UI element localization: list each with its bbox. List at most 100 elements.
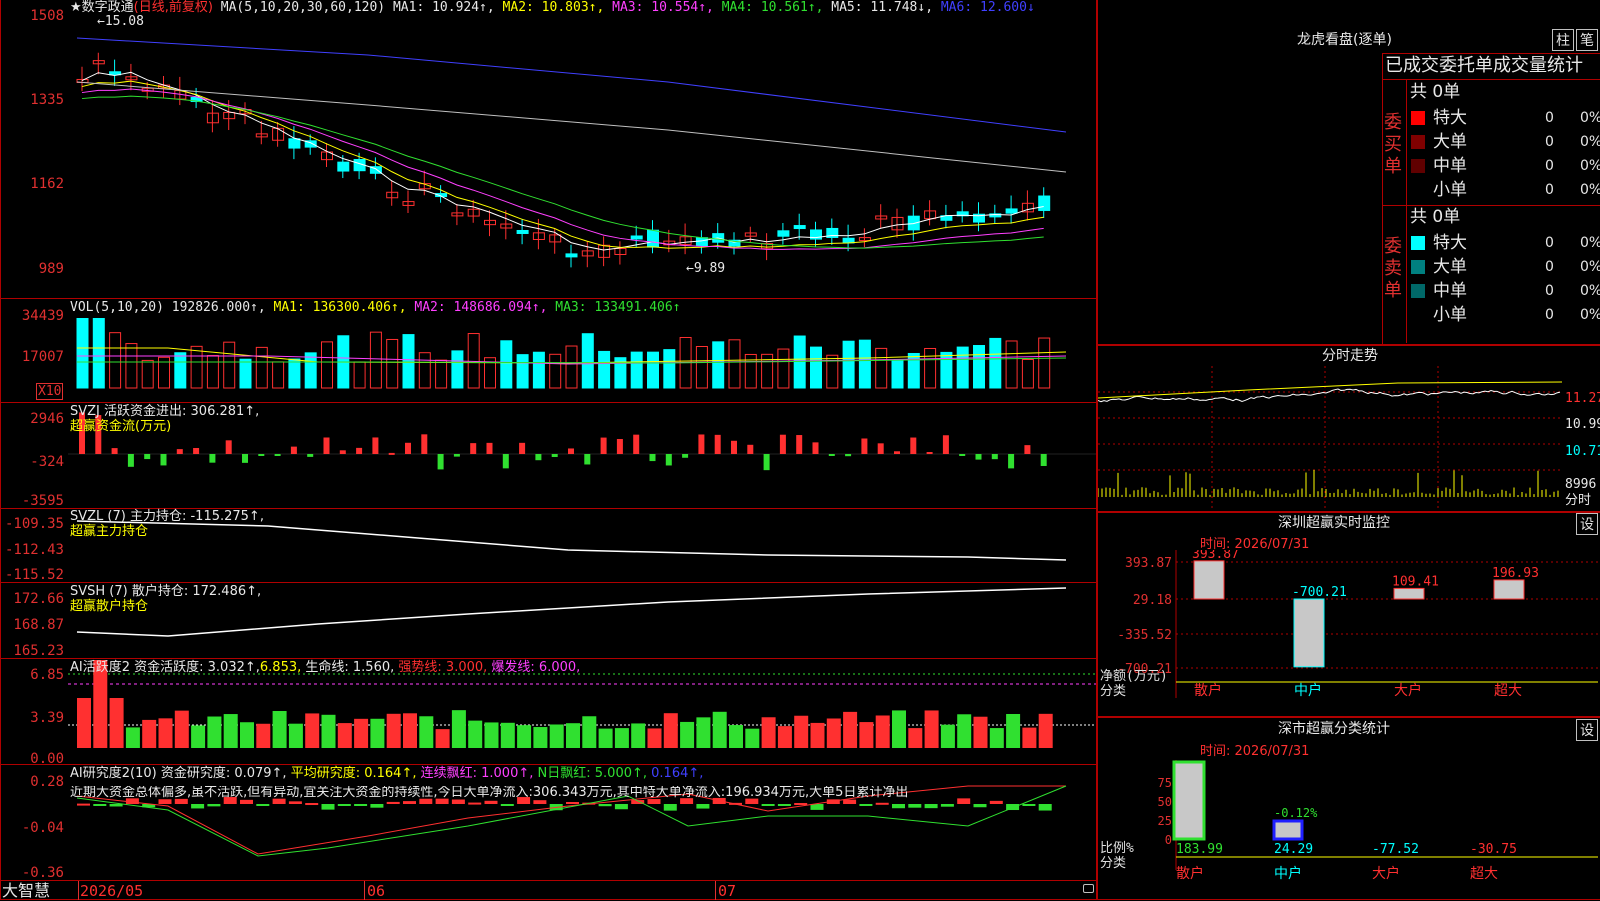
buy-row-name: 小单 [1433,180,1467,200]
ai2-note: 近期大资金总体偏多,虽不活跃,但有异动,宜关注大资金的持续性,今日大单净流入:3… [70,786,909,800]
date-label-2: 07 [718,882,737,900]
vol-bar [255,346,268,389]
vol-bar [272,361,285,389]
svzl-axis-1: -112.43 [4,542,64,558]
svzj-bar [682,454,689,458]
sz-stats-settings-button[interactable]: 设 [1576,719,1598,741]
ai1-bar [468,720,483,748]
sell-row-name: 大单 [1433,257,1467,277]
szs-cat-2: 大户 [1372,865,1400,882]
buy-row-p: 0% [1580,182,1600,198]
dragon-vdiv [1406,79,1407,343]
lock-icon[interactable] [1083,884,1094,893]
kline-axis-0: 1508 [30,8,64,24]
svzj-bar [307,454,314,457]
ai1-bar [875,715,890,748]
intra-price-line [1098,388,1561,403]
szm-cat-3: 超大 [1494,683,1522,699]
ai2-chart[interactable] [68,766,1096,880]
vol-bar [500,340,513,389]
vol-chart[interactable] [68,318,1096,400]
bar-mode-button[interactable]: 柱 [1552,29,1574,51]
szs-cat-label: 分类 [1100,856,1126,871]
ai1-bar [1038,713,1053,748]
intra-unit: 分时 [1565,493,1592,508]
svzj-axis-2: -3595 [21,493,64,509]
kline-header: ★数字政通(日线,前复权) MA(5,10,20,30,60,120) MA1:… [70,0,1035,15]
tick-mode-button[interactable]: 笔 [1576,29,1598,51]
ai1-bar [826,718,841,748]
sz-stats-chart[interactable]: 75 50 25 0 -0.12% 183.99 24.29 -77.52 -30.75 散户 中户… [1098,760,1600,900]
buy-row-n: 0 [1545,134,1554,150]
buy-row-n: 0 [1545,158,1554,174]
vol-bar [793,335,806,389]
svzj-bar [975,454,982,460]
sz-monitor-chart[interactable]: 393.8729.18-335.52-700.21393.87散户-700.21… [1098,550,1600,716]
brand-label[interactable]: 大智慧 [2,882,50,900]
ai1-bar [354,718,369,748]
svzj-bar [160,454,167,466]
vol-axis-0: 34439 [21,308,64,324]
vol-bar [1038,337,1051,389]
ai2-bar [256,804,270,806]
kline-chart[interactable] [68,20,1096,298]
ai1-bar [240,722,254,748]
ai2-bar [566,801,579,804]
svzj-bar [388,452,395,455]
vol-bar [206,355,219,389]
sz-stats-title: 深市超赢分类统计 [1278,721,1390,737]
intra-avg-line [1098,381,1562,399]
svzj-axis-1: -324 [30,454,64,470]
svzj-bar [910,437,917,454]
svzj-bar [698,434,705,454]
stock-name[interactable]: ★数字政通 [70,0,134,15]
ai1-bar [614,728,629,748]
intraday-chart[interactable] [1098,366,1562,512]
szs-cat-0: 散户 [1176,865,1204,882]
vol-bar [174,352,187,389]
ai1-bar [77,698,91,748]
ai1-bar [370,718,385,748]
sz-monitor-settings-button[interactable]: 设 [1576,513,1598,535]
kline-mode: (日线,前复权) [133,0,213,15]
szs-top: -0.12% [1274,806,1318,820]
ai2-bar [875,802,889,805]
svzj-chart[interactable] [68,404,1096,504]
intra-axis-3: 8996 [1565,477,1597,492]
sell-row-swatch [1411,284,1425,298]
ai1-axis-0: 6.85 [30,667,64,683]
ai2-bar [598,804,612,807]
szs-axis-2: 25 [1158,814,1172,828]
svzl-sub: 超赢主力持仓 [70,524,149,539]
szs-unit: 比例% [1100,841,1134,856]
ai2-bar [109,804,123,807]
vol-bar [924,347,937,389]
szs-cat-1: 中户 [1274,865,1302,882]
buy-row-name: 中单 [1433,156,1467,176]
ai1-bar [533,727,548,748]
ai1-bar [989,728,1004,748]
vol-bar [663,349,676,389]
ai1-bar [321,714,336,748]
vol-bar [467,333,480,389]
szm-cat-label: 分类 [1100,684,1126,699]
svzj-bar [861,438,868,454]
ai2-bar [940,804,954,807]
svzj-bar [616,439,623,454]
vol-bar [190,345,203,389]
szm-axis-2: -335.52 [1117,628,1172,643]
buy-row-swatch [1411,111,1425,125]
ai2-bar [663,804,677,811]
sell-row-p: 0% [1580,259,1600,275]
vol-bar [451,350,464,389]
ai2-bar [761,804,775,806]
svzl-line [76,520,1067,561]
sell-row-p: 0% [1580,307,1600,323]
vol-bar [956,346,969,389]
vol-bar [630,351,643,389]
date-tick-1 [364,881,365,900]
ai2-bar [924,804,938,809]
szs-bar-0 [1172,760,1206,841]
vol-bar [973,345,985,389]
ai1-chart[interactable] [68,660,1096,764]
